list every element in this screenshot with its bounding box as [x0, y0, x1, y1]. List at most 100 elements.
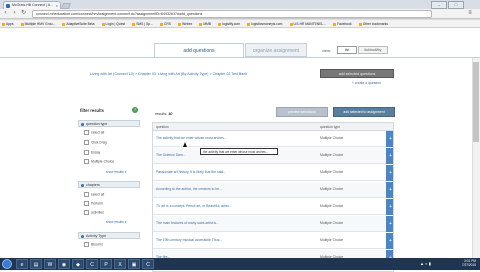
- checkbox[interactable]: [84, 242, 89, 247]
- taskbar-explorer-icon[interactable]: ▤: [30, 259, 42, 269]
- browser-tab[interactable]: McGraw-Hill Connect | A... ×: [3, 1, 61, 9]
- add-selected-questions-button[interactable]: add selected questions: [320, 69, 394, 78]
- bookmark-item[interactable]: logisticsmoneyis.com: [245, 20, 282, 27]
- bookmark-icon: [289, 22, 293, 26]
- column-header-type[interactable]: question type: [320, 123, 340, 131]
- add-question-icon[interactable]: +: [386, 182, 393, 198]
- view-list-button[interactable]: list: [337, 46, 357, 54]
- table-row[interactable]: TV art is a concept. Pencil art, or Beau…: [153, 199, 393, 215]
- checkbox[interactable]: [84, 140, 89, 145]
- question-text[interactable]: The 19th-century musical accessible Thus…: [156, 238, 306, 242]
- filter-section-chapters[interactable]: chapters: [78, 181, 140, 188]
- bookmark-icon: [333, 22, 337, 26]
- start-button-icon[interactable]: [2, 259, 12, 269]
- bookmark-item[interactable]: SMS | Sp...: [130, 20, 153, 27]
- minimize-button[interactable]: –: [431, 1, 447, 9]
- create-question-link[interactable]: + create a question: [352, 81, 381, 85]
- question-text[interactable]: The main features of many sans artist is…: [156, 221, 306, 225]
- folder-icon: [358, 22, 362, 26]
- filter-option[interactable]: Click Drag: [84, 140, 107, 145]
- table-row[interactable]: The activity that we enter whose most ar…: [153, 131, 393, 147]
- column-header-question[interactable]: question: [156, 123, 169, 131]
- apps-icon: [2, 22, 5, 26]
- filter-section-activity-type[interactable]: Activity Type: [78, 232, 140, 239]
- bookmark-item[interactable]: LIS-HR MANTENEL...: [288, 20, 326, 27]
- address-bar[interactable]: connect.mheducation.com/connect/hmAssign…: [32, 10, 432, 18]
- reload-icon[interactable]: ↻: [20, 10, 27, 17]
- bookmark-item[interactable]: Webex: [176, 20, 192, 27]
- breadcrumb[interactable]: Living with Art (Connect 10) > Chapter 0…: [90, 72, 247, 76]
- back-arrow-icon[interactable]: ‹: [2, 10, 9, 17]
- view-label: view:: [322, 48, 332, 53]
- bookmark-item[interactable]: Other bookmarks: [357, 20, 388, 27]
- bookmark-icon: [247, 22, 251, 26]
- tab-organize-assignment[interactable]: organize assignment: [245, 43, 307, 57]
- preview-selections-button[interactable]: preview selections: [276, 107, 328, 117]
- clock-date: 7/27/2015: [461, 263, 476, 267]
- bookmark-icon: [132, 22, 136, 26]
- checkbox[interactable]: [84, 159, 89, 164]
- table-row[interactable]: Passionate art history, it is likely tha…: [153, 165, 393, 181]
- add-to-assignment-button[interactable]: add selected to assignment: [333, 107, 395, 117]
- question-text[interactable]: The activity that we enter whose most ar…: [156, 136, 306, 140]
- tab-add-questions[interactable]: add questions: [154, 43, 244, 57]
- filter-option[interactable]: select all: [84, 130, 104, 135]
- filter-option[interactable]: Perform: [84, 201, 103, 206]
- bookmark-item[interactable]: logistify.com: [216, 20, 240, 27]
- question-text[interactable]: Passionate art history, it is likely tha…: [156, 170, 306, 174]
- question-text[interactable]: According to the author, the creators to…: [156, 187, 306, 191]
- bookmark-item[interactable]: Login | Quest: [100, 20, 125, 27]
- taskbar-ie-icon[interactable]: e: [16, 259, 28, 269]
- filter-option[interactable]: select all: [84, 192, 104, 197]
- table-row[interactable]: According to the author, the creators to…: [153, 182, 393, 198]
- checkbox[interactable]: [84, 192, 89, 197]
- maximize-button[interactable]: □: [448, 1, 464, 9]
- taskbar-chrome-icon[interactable]: ◉: [58, 259, 70, 269]
- question-type: Multiple Choice: [320, 187, 344, 191]
- bookmark-item[interactable]: Facebook: [331, 20, 352, 27]
- taskbar-word-icon[interactable]: W: [44, 259, 56, 269]
- taskbar-excel-icon[interactable]: X: [114, 259, 126, 269]
- filter-option[interactable]: activities: [84, 210, 104, 215]
- checkbox[interactable]: [84, 130, 89, 135]
- bookmark-item[interactable]: Apps: [0, 20, 14, 27]
- checkbox[interactable]: [84, 201, 89, 206]
- table-row[interactable]: The main features of many sans artist is…: [153, 216, 393, 232]
- bookmark-item[interactable]: CRS: [158, 20, 171, 27]
- taskbar-app-icon[interactable]: ◆: [72, 259, 84, 269]
- bookmark-item[interactable]: MMB: [197, 20, 211, 27]
- add-question-icon[interactable]: +: [386, 233, 393, 249]
- show-more-link[interactable]: show results ▾: [106, 220, 126, 224]
- bookmark-icon: [159, 22, 163, 26]
- collapse-icon: [81, 183, 84, 187]
- question-text[interactable]: TV art is a concept. Pencil art, or Beau…: [156, 204, 306, 208]
- system-tray-icons[interactable]: ▲ ◐ ▮: [420, 261, 431, 266]
- help-icon[interactable]: ?: [132, 107, 138, 113]
- filter-option[interactable]: Multiple Choice: [84, 159, 114, 164]
- view-detailed-button[interactable]: list/mult/by: [358, 46, 388, 54]
- bookmark-item[interactable]: Multiple HMV Grou...: [19, 20, 55, 27]
- add-question-icon[interactable]: +: [386, 131, 393, 147]
- scrollbar-thumb[interactable]: [473, 62, 479, 142]
- bookmark-item[interactable]: AdaptiveSuite Beta: [60, 20, 94, 27]
- filter-section-question-type[interactable]: question type: [78, 120, 140, 127]
- browser-menu-icon[interactable]: ≡: [466, 10, 474, 17]
- taskbar-powerpoint-icon[interactable]: P: [100, 259, 112, 269]
- filter-option[interactable]: Bloom's: [84, 242, 103, 247]
- add-question-icon[interactable]: +: [386, 216, 393, 232]
- table-row[interactable]: The 19th-century musical accessible Thus…: [153, 233, 393, 249]
- taskbar-app-icon[interactable]: ▣: [128, 259, 140, 269]
- checkbox[interactable]: [84, 150, 89, 155]
- forward-arrow-icon[interactable]: ›: [11, 10, 18, 17]
- filter-option[interactable]: Essay: [84, 150, 100, 155]
- add-question-icon[interactable]: +: [386, 165, 393, 181]
- show-more-link[interactable]: show results ▾: [106, 170, 126, 174]
- taskbar-app-icon[interactable]: C: [86, 259, 98, 269]
- checkbox[interactable]: [84, 210, 89, 215]
- tab-close-icon[interactable]: ×: [56, 2, 58, 9]
- taskbar-app-icon[interactable]: C: [142, 259, 154, 269]
- clock[interactable]: 3:01 PM 7/27/2015: [448, 259, 476, 267]
- question-type: Multiple Choice: [320, 170, 344, 174]
- add-question-icon[interactable]: +: [386, 148, 393, 164]
- add-question-icon[interactable]: +: [386, 199, 393, 215]
